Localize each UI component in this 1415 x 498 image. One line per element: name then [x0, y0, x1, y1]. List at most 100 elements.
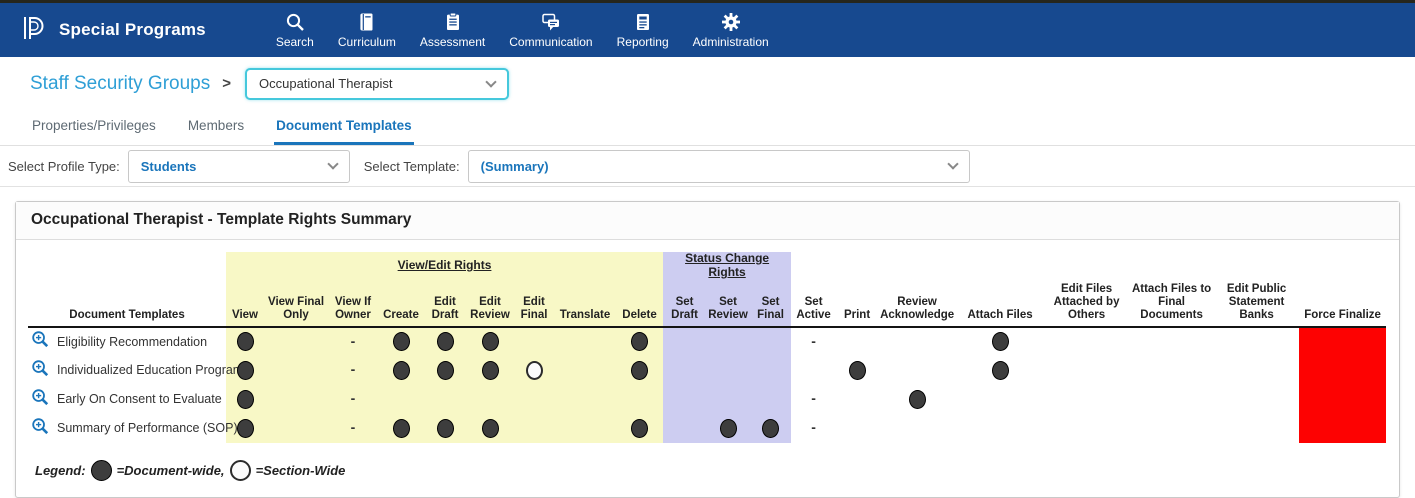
- cell-edit-final: [514, 327, 554, 356]
- no-right-dash: -: [811, 419, 816, 435]
- cell-delete: [616, 414, 663, 443]
- cell-print: [836, 356, 878, 385]
- no-right-dash: -: [811, 390, 816, 406]
- document-wide-icon: [437, 332, 454, 351]
- profile-type-label: Select Profile Type:: [8, 159, 120, 174]
- cell-view-final-only: [264, 327, 328, 356]
- cell-edit-draft: [424, 385, 466, 414]
- group-header-label: Status Change Rights: [685, 251, 769, 279]
- cell-force-finalize: [1299, 385, 1386, 414]
- tab-bar: Properties/Privileges Members Document T…: [0, 110, 1415, 146]
- cell-print: [836, 414, 878, 443]
- nav-item-label: Administration: [693, 35, 769, 49]
- column-header-translate: Translate: [554, 283, 616, 327]
- cell-set-active: -: [791, 414, 836, 443]
- cell-edit-review: [466, 414, 514, 443]
- cell-attach-files-to-final-documents: [1129, 327, 1214, 356]
- column-header-edit-files-attached-by-others: Edit Files Attached by Others: [1044, 283, 1129, 327]
- cell-set-draft: [663, 414, 706, 443]
- cell-set-final: [750, 385, 791, 414]
- cell-force-finalize: [1299, 327, 1386, 356]
- breadcrumb-root-link[interactable]: Staff Security Groups: [30, 73, 210, 95]
- group-header-view-edit: View/Edit Rights: [226, 252, 663, 283]
- zoom-document-icon[interactable]: [31, 330, 49, 353]
- cell-review-acknowledge: [878, 385, 956, 414]
- cell-create: [378, 327, 424, 356]
- brand-title: Special Programs: [59, 20, 206, 40]
- row-label: Early On Consent to Evaluate: [57, 392, 222, 406]
- zoom-document-icon[interactable]: [31, 359, 49, 382]
- group-header-label: View/Edit Rights: [398, 258, 492, 272]
- cell-delete: [616, 385, 663, 414]
- cell-view-if-owner: -: [328, 414, 378, 443]
- nav-item-communication[interactable]: Communication: [497, 7, 604, 53]
- document-wide-icon: [909, 390, 926, 409]
- column-header-edit-final: Edit Final: [514, 283, 554, 327]
- template-label: Select Template:: [364, 159, 460, 174]
- document-wide-icon: [631, 419, 648, 438]
- cell-set-final: [750, 356, 791, 385]
- nav-item-label: Assessment: [420, 35, 485, 49]
- legend-section-wide-icon: [230, 460, 251, 481]
- document-wide-icon: [482, 419, 499, 438]
- document-wide-icon: [631, 361, 648, 380]
- column-header-set-draft: Set Draft: [663, 283, 706, 327]
- nav-item-administration[interactable]: Administration: [681, 7, 781, 53]
- zoom-document-icon[interactable]: [31, 388, 49, 411]
- profile-type-select[interactable]: Students: [128, 150, 350, 183]
- cell-review-acknowledge: [878, 414, 956, 443]
- document-wide-icon: [992, 361, 1009, 380]
- cell-edit-files-attached-by-others: [1044, 327, 1129, 356]
- cell-create: [378, 414, 424, 443]
- security-group-select-value: Occupational Therapist: [259, 76, 392, 91]
- cell-delete: [616, 356, 663, 385]
- zoom-document-icon[interactable]: [31, 417, 49, 440]
- row-label-cell: Early On Consent to Evaluate: [28, 385, 226, 414]
- cell-set-review: [706, 385, 750, 414]
- legend: Legend: =Document-wide, =Section-Wide: [35, 460, 1387, 481]
- nav-item-assessment[interactable]: Assessment: [408, 7, 497, 53]
- top-nav-bar: Special Programs Search Curriculum: [0, 3, 1415, 57]
- cell-set-review: [706, 414, 750, 443]
- table-row: Eligibility Recommendation--: [28, 327, 1386, 356]
- cell-attach-files-to-final-documents: [1129, 385, 1214, 414]
- cell-edit-public-statement-banks: [1214, 414, 1299, 443]
- profile-type-select-value: Students: [141, 159, 197, 174]
- column-header-print: Print: [836, 283, 878, 327]
- cell-view-final-only: [264, 385, 328, 414]
- chevron-down-icon: [327, 158, 338, 169]
- cell-set-active: -: [791, 385, 836, 414]
- cell-edit-review: [466, 327, 514, 356]
- no-right-dash: -: [811, 333, 816, 349]
- document-wide-icon: [237, 361, 254, 380]
- cell-review-acknowledge: [878, 356, 956, 385]
- document-wide-icon: [437, 419, 454, 438]
- no-right-dash: -: [351, 419, 356, 435]
- cell-print: [836, 385, 878, 414]
- panel-body: View/Edit RightsStatus Change RightsDocu…: [16, 240, 1399, 497]
- template-select[interactable]: (Summary): [468, 150, 970, 183]
- cell-edit-files-attached-by-others: [1044, 414, 1129, 443]
- breadcrumb-separator: >: [222, 75, 231, 92]
- cell-view: [226, 385, 264, 414]
- nav-item-curriculum[interactable]: Curriculum: [326, 7, 408, 53]
- tab-properties-privileges[interactable]: Properties/Privileges: [30, 110, 158, 145]
- nav-item-search[interactable]: Search: [264, 7, 326, 53]
- nav-item-label: Reporting: [617, 35, 669, 49]
- cell-set-active: [791, 356, 836, 385]
- template-select-value: (Summary): [481, 159, 549, 174]
- cell-edit-final: [514, 385, 554, 414]
- cell-attach-files: [956, 356, 1044, 385]
- no-right-dash: -: [351, 361, 356, 377]
- document-wide-icon: [393, 361, 410, 380]
- column-header-set-final: Set Final: [750, 283, 791, 327]
- legend-document-wide-icon: [91, 460, 112, 481]
- chat-bubbles-icon: [540, 11, 561, 32]
- table-row: Summary of Performance (SOP)--: [28, 414, 1386, 443]
- tab-members[interactable]: Members: [186, 110, 246, 145]
- tab-document-templates[interactable]: Document Templates: [274, 110, 414, 145]
- row-label-cell: Eligibility Recommendation: [28, 327, 226, 356]
- nav-item-reporting[interactable]: Reporting: [605, 7, 681, 53]
- cell-edit-public-statement-banks: [1214, 356, 1299, 385]
- security-group-select[interactable]: Occupational Therapist: [245, 68, 509, 100]
